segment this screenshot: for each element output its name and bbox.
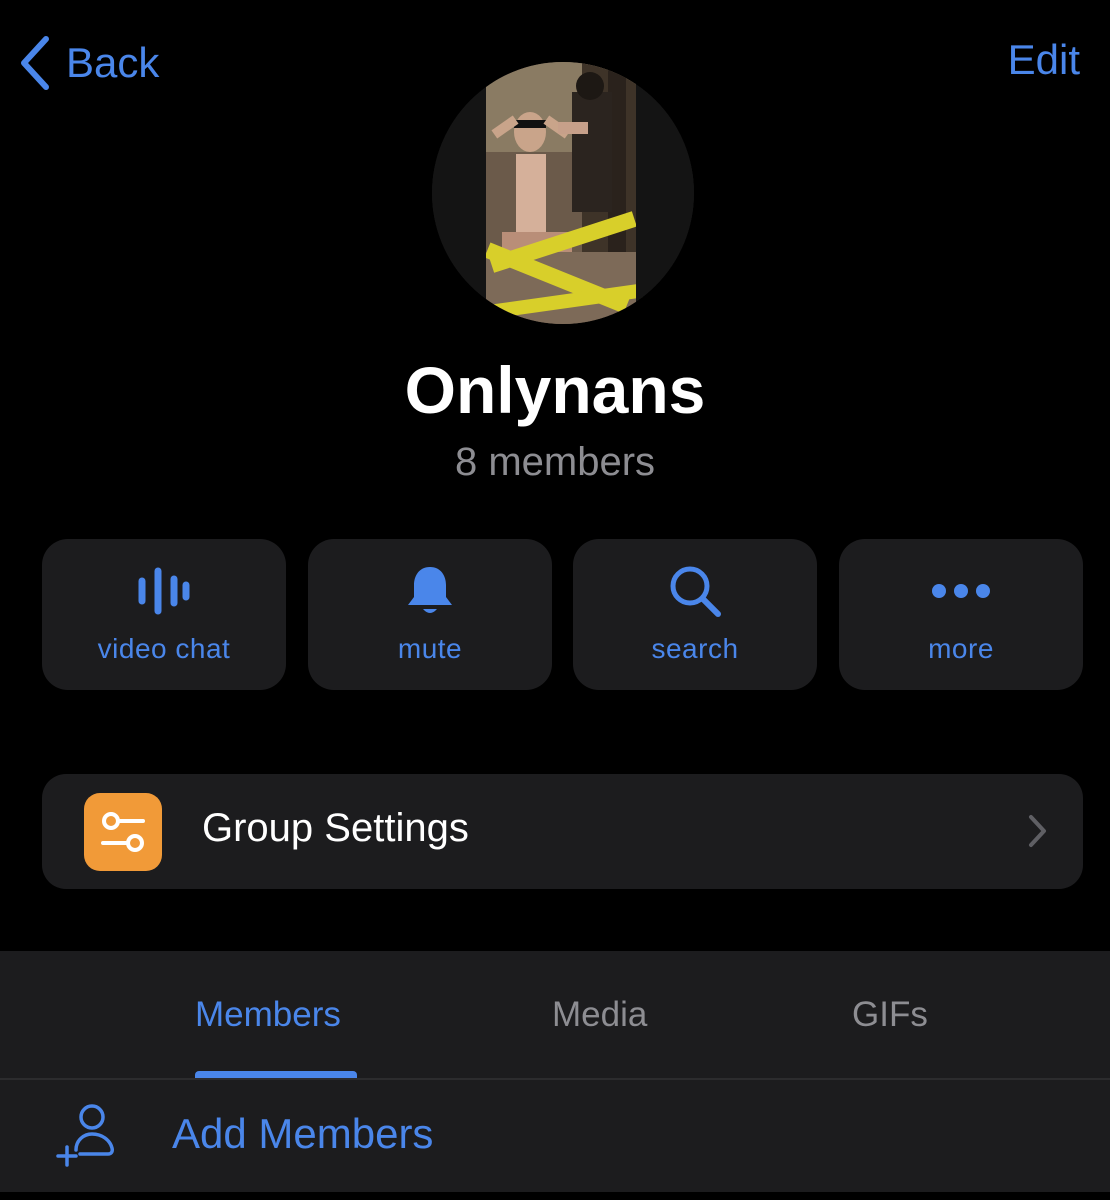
tab-members[interactable]: Members	[195, 995, 341, 1035]
chevron-left-icon	[18, 34, 52, 92]
search-label: search	[651, 633, 739, 664]
group-avatar[interactable]	[432, 62, 694, 324]
group-avatar-photo	[432, 62, 694, 324]
mute-label: mute	[397, 633, 463, 664]
mute-button[interactable]: mute	[308, 539, 552, 690]
tab-media[interactable]: Media	[552, 995, 647, 1035]
action-buttons: video chat mute search more	[42, 539, 1083, 690]
group-settings-label: Group Settings	[202, 806, 469, 850]
toggles-icon	[84, 793, 162, 871]
more-icon	[931, 581, 991, 606]
edit-button[interactable]: Edit	[1008, 36, 1080, 84]
search-icon	[667, 563, 723, 624]
back-button[interactable]: Back	[18, 30, 159, 96]
search-button[interactable]: search	[573, 539, 817, 690]
group-settings-row[interactable]: Group Settings	[42, 774, 1083, 889]
back-label: Back	[66, 39, 160, 86]
group-title: Onlynans	[404, 353, 706, 427]
more-label: more	[928, 633, 994, 664]
chevron-right-icon	[1027, 814, 1047, 853]
add-members-row[interactable]: Add Members	[0, 1080, 1110, 1192]
video-chat-label: video chat	[97, 633, 231, 664]
tab-bar: Members Media GIFs	[0, 951, 1110, 1078]
more-button[interactable]: more	[839, 539, 1083, 690]
tab-gifs[interactable]: GIFs	[852, 995, 928, 1035]
bell-icon	[405, 563, 455, 624]
video-chat-button[interactable]: video chat	[42, 539, 286, 690]
member-count: 8 members	[454, 440, 656, 484]
voice-chat-icon	[134, 567, 194, 620]
add-members-label: Add Members	[172, 1110, 434, 1157]
add-person-icon	[54, 1102, 122, 1175]
active-tab-indicator	[195, 1071, 357, 1078]
